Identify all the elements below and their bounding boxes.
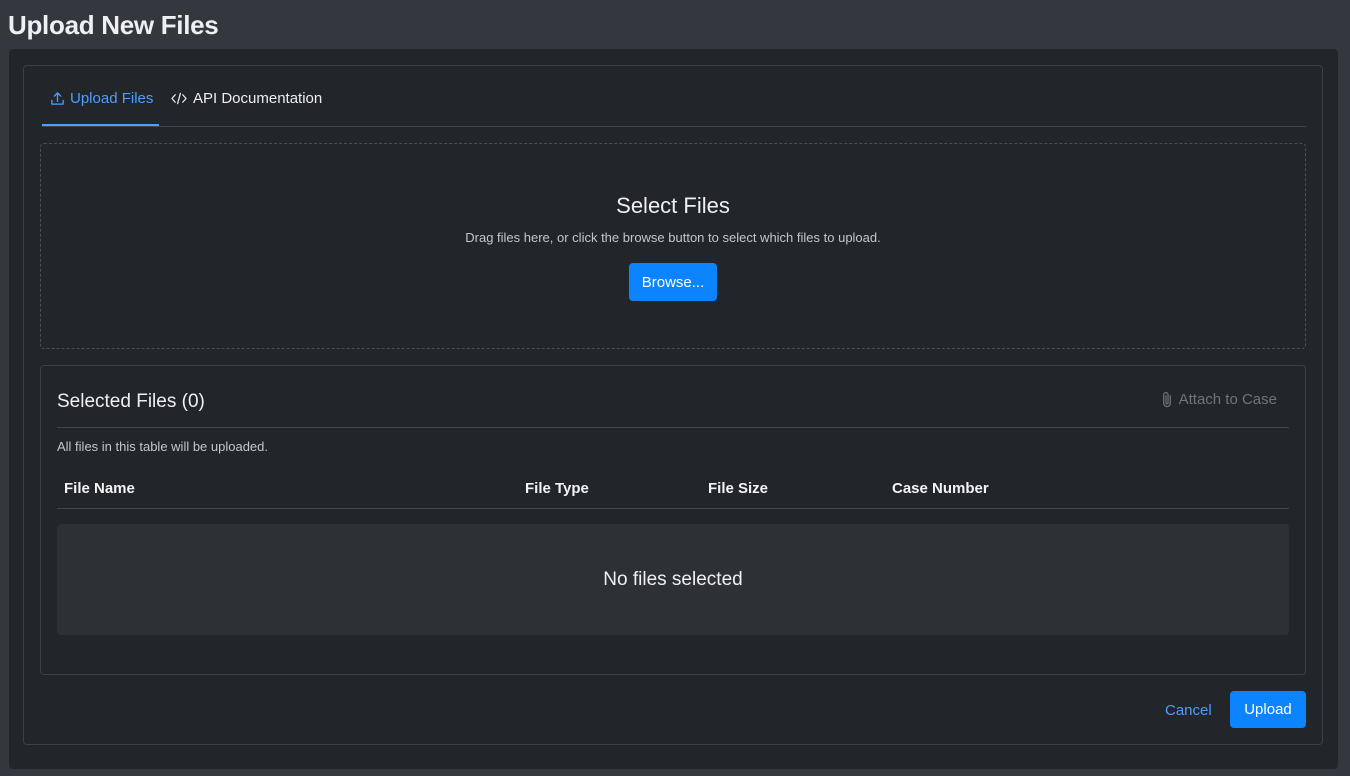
tab-upload-files[interactable]: Upload Files — [42, 90, 159, 126]
upload-card: Upload Files API Documentation Select Fi… — [23, 65, 1323, 745]
tab-api-documentation-label: API Documentation — [193, 90, 323, 107]
file-dropzone[interactable]: Select Files Drag files here, or click t… — [40, 143, 1306, 349]
tab-upload-files-label: Upload Files — [70, 90, 154, 107]
tab-api-documentation[interactable]: API Documentation — [170, 90, 322, 126]
attach-to-case-label: Attach to Case — [1178, 391, 1277, 408]
empty-state: No files selected — [57, 524, 1289, 635]
selected-files-title: Selected Files (0) — [57, 391, 205, 412]
divider — [57, 427, 1289, 428]
dropzone-title: Select Files — [616, 193, 730, 218]
browse-button[interactable]: Browse... — [629, 263, 717, 301]
tab-bar: Upload Files API Documentation — [42, 66, 1306, 127]
column-header-case-number[interactable]: Case Number — [892, 480, 989, 497]
main-panel: Upload Files API Documentation Select Fi… — [9, 49, 1338, 769]
column-header-file-size[interactable]: File Size — [708, 480, 768, 497]
column-header-file-name[interactable]: File Name — [64, 480, 135, 497]
code-icon — [171, 92, 187, 105]
empty-state-text: No files selected — [603, 568, 743, 590]
paperclip-icon — [1162, 392, 1171, 408]
upload-icon — [51, 92, 64, 105]
upload-note: All files in this table will be uploaded… — [57, 439, 269, 454]
upload-button[interactable]: Upload — [1230, 691, 1306, 728]
page-title: Upload New Files — [8, 10, 219, 40]
cancel-button[interactable]: Cancel — [1165, 702, 1212, 719]
dropzone-subtitle: Drag files here, or click the browse but… — [465, 230, 881, 245]
selected-files-panel: Selected Files (0) Attach to Case All fi… — [40, 365, 1306, 675]
table-header-divider — [57, 508, 1289, 509]
attach-to-case-button[interactable]: Attach to Case — [1161, 391, 1277, 408]
column-header-file-type[interactable]: File Type — [525, 480, 589, 497]
